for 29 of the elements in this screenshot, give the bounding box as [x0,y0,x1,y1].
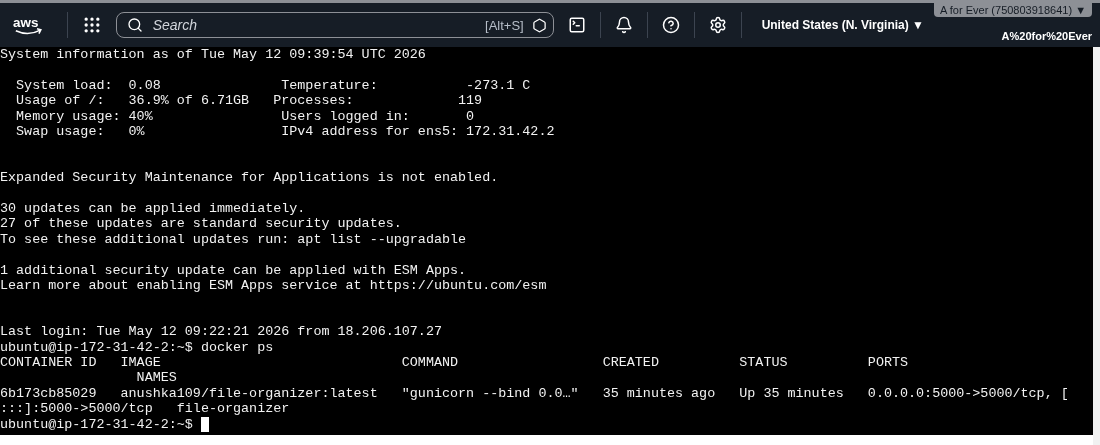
account-menu[interactable]: A for Ever (750803918641) ▼ [934,3,1093,17]
terminal-line: ubuntu@ip-172-31-42-2:~$ docker ps [0,339,274,355]
terminal-line: Swap usage: 0% IPv4 address for ens5: 172.31.42.2 [15,124,555,140]
terminal-line: 30 updates can be applied immediately. [0,201,306,217]
hexagon-icon [531,17,547,33]
terminal-line: Memory usage: 40% Users logged in: 0 [15,108,475,124]
terminal-line: 6b173cb85029 anushka109/file-organizer:latest "gunicorn --bind 0.0…" 35 minutes ago Up 35 minutes 0.0.0.0:5000->5000/tcp, [ [0,385,1069,401]
terminal-line: Learn more about enabling ESM Apps service at https://ubuntu.com/esm [0,278,547,294]
text-cursor [200,416,209,432]
terminal-line: 1 additional security update can be applied with ESM Apps. [0,262,467,278]
terminal-line: To see these additional updates run: apt list --upgradable [0,231,467,247]
scrollbar[interactable] [1093,47,1100,445]
terminal-line: :::]:5000->5000/tcp file-organizer [0,401,290,417]
terminal-line: 27 of these updates are standard security updates. [0,216,402,232]
terminal-line: NAMES [135,370,177,386]
terminal-line: System load: 0.08 Temperature: -273.1 C [15,77,531,93]
user-name: A%20for%20Ever [1001,30,1093,43]
search-bar[interactable]: Search [Alt+S] [115,12,554,38]
search-field[interactable]: Search [150,16,478,34]
terminal-line: Usage of /: 36.9% of 6.71GB Processes: 119 [15,93,483,109]
terminal-line: CONTAINER ID IMAGE COMMAND CREATED STATUS PORTS [0,355,909,370]
aws-logo[interactable]: aws [12,13,45,37]
search-icon [126,17,143,33]
terminal-line: Last login: Tue May 12 09:22:21 2026 from 18.206.107.27 [0,324,442,340]
terminal-line: ubuntu@ip-172-31-42-2:~$ [0,416,193,432]
shortcut-hint: [Alt+S] [485,17,524,33]
terminal-line: System information as of Tue May 12 09:39:54 UTC 2026 [0,47,426,63]
region-selector[interactable]: United States (N. Virginia) ▼ [751,18,934,32]
terminal-line: Expanded Security Maintenance for Applications is not enabled. [0,170,499,186]
